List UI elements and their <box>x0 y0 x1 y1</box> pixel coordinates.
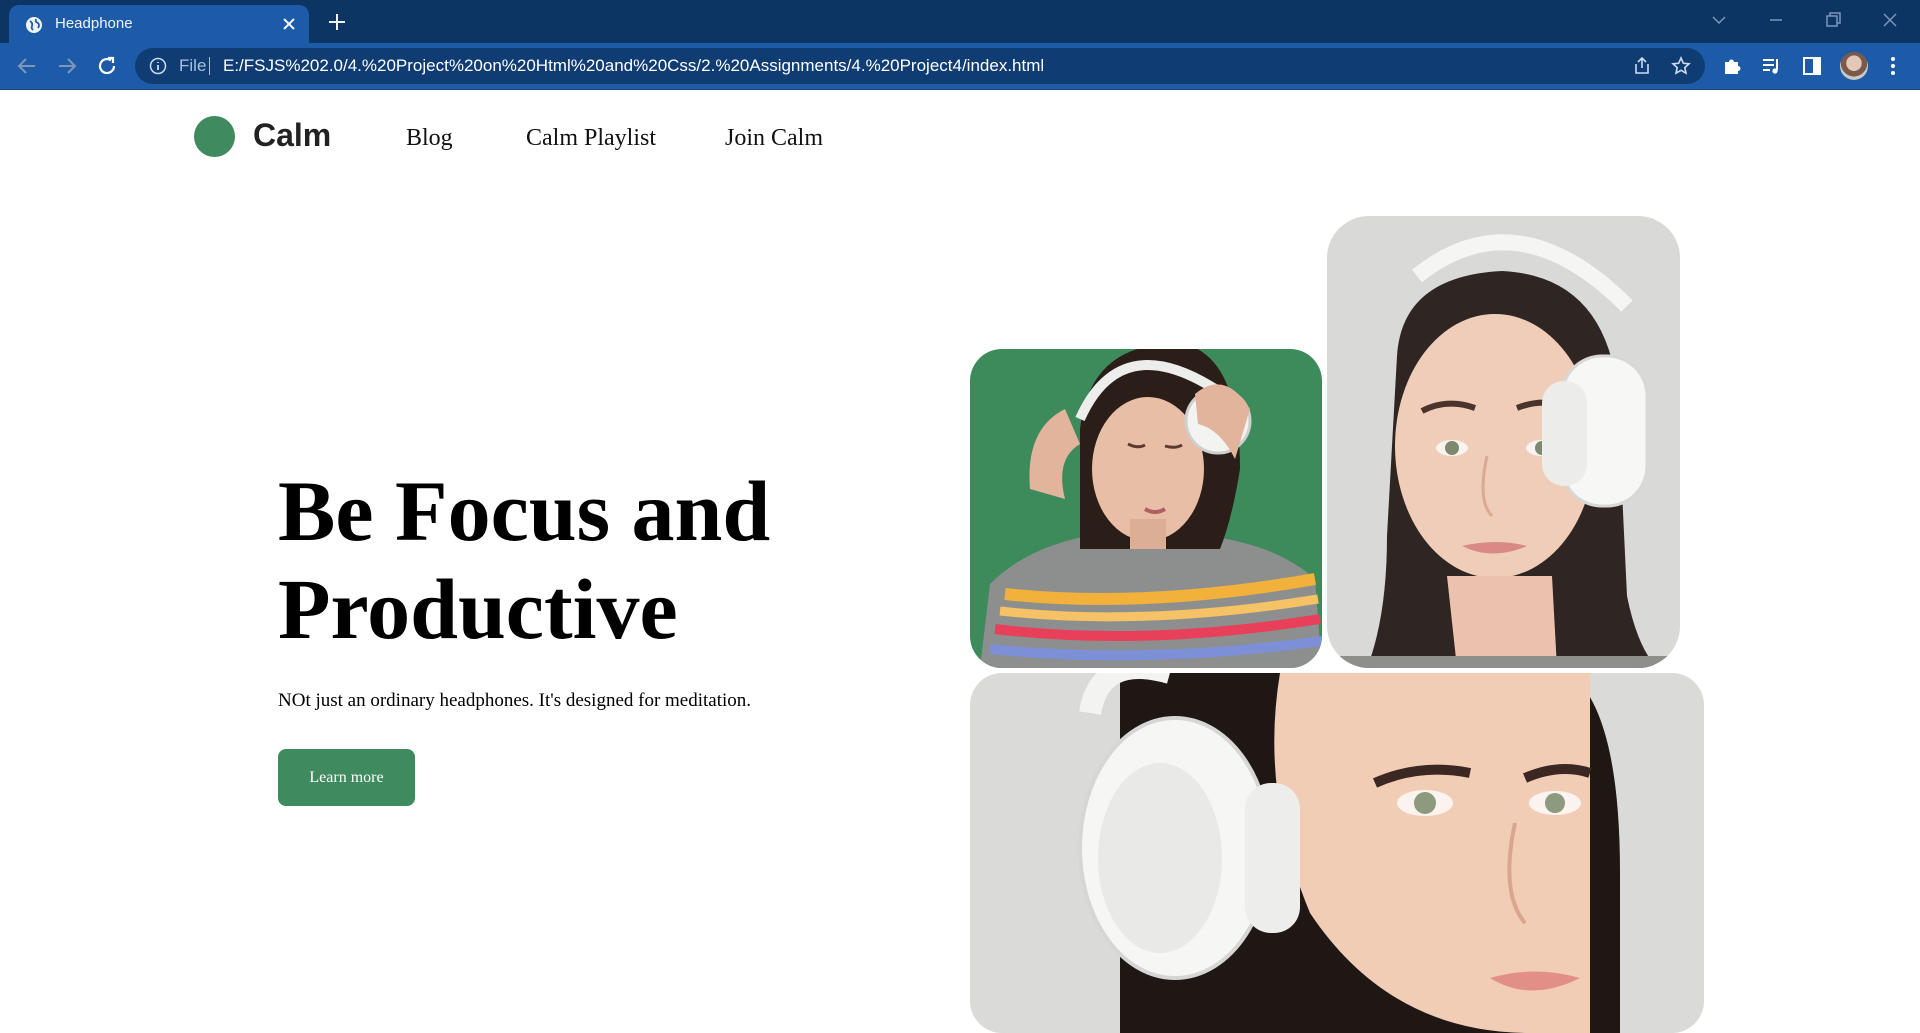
chevron-down-icon[interactable] <box>1709 10 1729 30</box>
learn-more-button[interactable]: Learn more <box>278 749 415 806</box>
hero-title: Be Focus and Productive <box>278 463 771 657</box>
side-panel-icon[interactable] <box>1801 55 1823 77</box>
info-icon[interactable] <box>149 57 167 75</box>
star-icon[interactable] <box>1671 56 1691 76</box>
nav-link-blog[interactable]: Blog <box>406 125 453 152</box>
minimize-icon[interactable] <box>1766 10 1786 30</box>
woman-headphones-illustration <box>980 349 1322 668</box>
browser-tabstrip: Headphone <box>0 0 1920 43</box>
address-bar[interactable]: File E:/FSJS%202.0/4.%20Project%20on%20H… <box>135 48 1705 84</box>
restore-icon[interactable] <box>1823 10 1843 30</box>
nav-link-join-calm[interactable]: Join Calm <box>725 125 823 152</box>
separator <box>209 57 210 75</box>
hero-photo-green <box>970 349 1322 668</box>
woman-portrait-illustration <box>1327 234 1680 668</box>
logo-text[interactable]: Calm <box>253 117 331 154</box>
hero-photo-grey-portrait <box>1327 216 1680 668</box>
puzzle-icon[interactable] <box>1721 55 1743 77</box>
browser-tab[interactable]: Headphone <box>9 5 309 43</box>
woman-closeup-illustration <box>1078 673 1620 1033</box>
hero-photo-closeup <box>970 673 1704 1033</box>
url-text[interactable]: E:/FSJS%202.0/4.%20Project%20on%20Html%2… <box>223 56 1044 76</box>
back-arrow-icon[interactable] <box>15 54 39 78</box>
forward-arrow-icon[interactable] <box>55 54 79 78</box>
browser-toolbar: File E:/FSJS%202.0/4.%20Project%20on%20H… <box>0 43 1920 90</box>
globe-icon <box>26 17 42 33</box>
reload-icon[interactable] <box>95 54 119 78</box>
avatar[interactable] <box>1840 52 1868 80</box>
nav-link-calm-playlist[interactable]: Calm Playlist <box>526 125 656 152</box>
scheme-label: File <box>179 56 207 75</box>
window-close-icon[interactable] <box>1880 10 1900 30</box>
media-queue-icon[interactable] <box>1761 55 1783 77</box>
more-menu-icon[interactable] <box>1882 55 1904 77</box>
hero-subtitle: NOt just an ordinary headphones. It's de… <box>278 690 752 711</box>
tab-title: Headphone <box>55 15 133 32</box>
share-icon[interactable] <box>1632 56 1652 76</box>
plus-icon[interactable] <box>326 11 348 33</box>
close-icon[interactable] <box>281 16 297 32</box>
logo-mark[interactable] <box>194 116 235 157</box>
